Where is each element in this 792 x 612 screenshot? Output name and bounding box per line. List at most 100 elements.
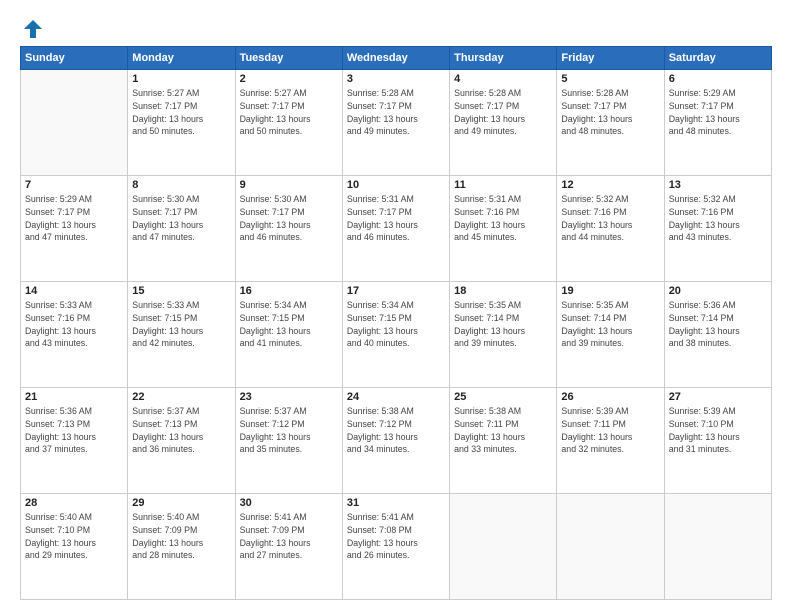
day-number: 20 bbox=[669, 285, 767, 297]
calendar-cell: 4Sunrise: 5:28 AMSunset: 7:17 PMDaylight… bbox=[450, 70, 557, 176]
day-info: Sunrise: 5:40 AMSunset: 7:09 PMDaylight:… bbox=[132, 511, 230, 562]
day-number: 31 bbox=[347, 497, 445, 509]
day-number: 10 bbox=[347, 179, 445, 191]
page: SundayMondayTuesdayWednesdayThursdayFrid… bbox=[0, 0, 792, 612]
day-number: 25 bbox=[454, 391, 552, 403]
day-info: Sunrise: 5:36 AMSunset: 7:14 PMDaylight:… bbox=[669, 299, 767, 350]
calendar-cell: 3Sunrise: 5:28 AMSunset: 7:17 PMDaylight… bbox=[342, 70, 449, 176]
calendar-cell bbox=[21, 70, 128, 176]
calendar-cell: 31 Sunrise: 5:41 AMSunset: 7:08 PMDayligh… bbox=[342, 494, 449, 600]
weekday-header-sunday: Sunday bbox=[21, 47, 128, 70]
day-number: 30 bbox=[240, 497, 338, 509]
calendar-cell: 2 Sunrise: 5:27 AMSunset: 7:17 PMDaylight… bbox=[235, 70, 342, 176]
day-info: Sunrise: 5:28 AMSunset: 7:17 PMDaylight:… bbox=[454, 87, 552, 138]
day-info: Sunrise: 5:30 AMSunset: 7:17 PMDaylight:… bbox=[132, 193, 230, 244]
day-number: 17 bbox=[347, 285, 445, 297]
day-info: Sunrise: 5:34 AMSunset: 7:15 PMDaylight:… bbox=[240, 299, 338, 350]
calendar-cell: 24Sunrise: 5:38 AMSunset: 7:12 PMDayligh… bbox=[342, 388, 449, 494]
day-number: 14 bbox=[25, 285, 123, 297]
day-info: Sunrise: 5:38 AMSunset: 7:12 PMDaylight:… bbox=[347, 405, 445, 456]
day-number: 2 bbox=[240, 73, 338, 85]
calendar-cell: 12 Sunrise: 5:32 AMSunset: 7:16 PMDayligh… bbox=[557, 176, 664, 282]
calendar-cell bbox=[664, 494, 771, 600]
day-number: 27 bbox=[669, 391, 767, 403]
calendar-cell: 16 Sunrise: 5:34 AMSunset: 7:15 PMDayligh… bbox=[235, 282, 342, 388]
day-number: 1 bbox=[132, 73, 230, 85]
calendar-cell: 23 Sunrise: 5:37 AMSunset: 7:12 PMDayligh… bbox=[235, 388, 342, 494]
week-row-2: 14 Sunrise: 5:33 AMSunset: 7:16 PMDayligh… bbox=[21, 282, 772, 388]
calendar-cell: 29 Sunrise: 5:40 AMSunset: 7:09 PMDayligh… bbox=[128, 494, 235, 600]
calendar-cell: 11 Sunrise: 5:31 AMSunset: 7:16 PMDayligh… bbox=[450, 176, 557, 282]
calendar-cell: 25Sunrise: 5:38 AMSunset: 7:11 PMDayligh… bbox=[450, 388, 557, 494]
calendar-cell: 30Sunrise: 5:41 AMSunset: 7:09 PMDayligh… bbox=[235, 494, 342, 600]
day-number: 12 bbox=[561, 179, 659, 191]
logo-icon bbox=[22, 18, 44, 40]
logo bbox=[20, 18, 44, 36]
calendar-cell: 19Sunrise: 5:35 AMSunset: 7:14 PMDayligh… bbox=[557, 282, 664, 388]
day-number: 9 bbox=[240, 179, 338, 191]
day-info: Sunrise: 5:39 AMSunset: 7:10 PMDaylight:… bbox=[669, 405, 767, 456]
day-number: 18 bbox=[454, 285, 552, 297]
calendar-cell: 28 Sunrise: 5:40 AMSunset: 7:10 PMDayligh… bbox=[21, 494, 128, 600]
day-info: Sunrise: 5:40 AMSunset: 7:10 PMDaylight:… bbox=[25, 511, 123, 562]
calendar-cell: 21 Sunrise: 5:36 AMSunset: 7:13 PMDayligh… bbox=[21, 388, 128, 494]
calendar-cell bbox=[450, 494, 557, 600]
day-number: 11 bbox=[454, 179, 552, 191]
header bbox=[20, 18, 772, 36]
day-number: 29 bbox=[132, 497, 230, 509]
day-info: Sunrise: 5:29 AMSunset: 7:17 PMDaylight:… bbox=[669, 87, 767, 138]
calendar-body: 1 Sunrise: 5:27 AMSunset: 7:17 PMDaylight… bbox=[21, 70, 772, 600]
day-number: 15 bbox=[132, 285, 230, 297]
day-info: Sunrise: 5:32 AMSunset: 7:16 PMDaylight:… bbox=[561, 193, 659, 244]
day-info: Sunrise: 5:27 AMSunset: 7:17 PMDaylight:… bbox=[132, 87, 230, 138]
calendar-cell: 7Sunrise: 5:29 AMSunset: 7:17 PMDaylight… bbox=[21, 176, 128, 282]
day-number: 26 bbox=[561, 391, 659, 403]
day-number: 28 bbox=[25, 497, 123, 509]
calendar-cell: 14 Sunrise: 5:33 AMSunset: 7:16 PMDayligh… bbox=[21, 282, 128, 388]
calendar-cell: 20 Sunrise: 5:36 AMSunset: 7:14 PMDayligh… bbox=[664, 282, 771, 388]
week-row-3: 21 Sunrise: 5:36 AMSunset: 7:13 PMDayligh… bbox=[21, 388, 772, 494]
day-number: 22 bbox=[132, 391, 230, 403]
day-info: Sunrise: 5:32 AMSunset: 7:16 PMDaylight:… bbox=[669, 193, 767, 244]
weekday-header-friday: Friday bbox=[557, 47, 664, 70]
calendar-cell: 22Sunrise: 5:37 AMSunset: 7:13 PMDayligh… bbox=[128, 388, 235, 494]
calendar-cell: 9Sunrise: 5:30 AMSunset: 7:17 PMDaylight… bbox=[235, 176, 342, 282]
day-number: 13 bbox=[669, 179, 767, 191]
calendar-cell: 1 Sunrise: 5:27 AMSunset: 7:17 PMDaylight… bbox=[128, 70, 235, 176]
calendar-header: SundayMondayTuesdayWednesdayThursdayFrid… bbox=[21, 47, 772, 70]
weekday-header-saturday: Saturday bbox=[664, 47, 771, 70]
calendar-cell: 13 Sunrise: 5:32 AMSunset: 7:16 PMDayligh… bbox=[664, 176, 771, 282]
day-info: Sunrise: 5:35 AMSunset: 7:14 PMDaylight:… bbox=[454, 299, 552, 350]
weekday-header-wednesday: Wednesday bbox=[342, 47, 449, 70]
calendar-cell bbox=[557, 494, 664, 600]
weekday-header-tuesday: Tuesday bbox=[235, 47, 342, 70]
day-info: Sunrise: 5:33 AMSunset: 7:15 PMDaylight:… bbox=[132, 299, 230, 350]
week-row-0: 1 Sunrise: 5:27 AMSunset: 7:17 PMDaylight… bbox=[21, 70, 772, 176]
calendar-cell: 27 Sunrise: 5:39 AMSunset: 7:10 PMDayligh… bbox=[664, 388, 771, 494]
day-info: Sunrise: 5:41 AMSunset: 7:08 PMDaylight:… bbox=[347, 511, 445, 562]
day-number: 21 bbox=[25, 391, 123, 403]
day-info: Sunrise: 5:28 AMSunset: 7:17 PMDaylight:… bbox=[561, 87, 659, 138]
calendar-cell: 10Sunrise: 5:31 AMSunset: 7:17 PMDayligh… bbox=[342, 176, 449, 282]
calendar-table: SundayMondayTuesdayWednesdayThursdayFrid… bbox=[20, 46, 772, 600]
day-info: Sunrise: 5:33 AMSunset: 7:16 PMDaylight:… bbox=[25, 299, 123, 350]
day-number: 6 bbox=[669, 73, 767, 85]
day-number: 19 bbox=[561, 285, 659, 297]
week-row-1: 7Sunrise: 5:29 AMSunset: 7:17 PMDaylight… bbox=[21, 176, 772, 282]
calendar-cell: 8 Sunrise: 5:30 AMSunset: 7:17 PMDaylight… bbox=[128, 176, 235, 282]
day-number: 3 bbox=[347, 73, 445, 85]
week-row-4: 28 Sunrise: 5:40 AMSunset: 7:10 PMDayligh… bbox=[21, 494, 772, 600]
calendar-cell: 15 Sunrise: 5:33 AMSunset: 7:15 PMDayligh… bbox=[128, 282, 235, 388]
weekday-header-monday: Monday bbox=[128, 47, 235, 70]
calendar-cell: 17Sunrise: 5:34 AMSunset: 7:15 PMDayligh… bbox=[342, 282, 449, 388]
day-info: Sunrise: 5:31 AMSunset: 7:16 PMDaylight:… bbox=[454, 193, 552, 244]
weekday-row: SundayMondayTuesdayWednesdayThursdayFrid… bbox=[21, 47, 772, 70]
day-number: 16 bbox=[240, 285, 338, 297]
day-info: Sunrise: 5:39 AMSunset: 7:11 PMDaylight:… bbox=[561, 405, 659, 456]
day-info: Sunrise: 5:27 AMSunset: 7:17 PMDaylight:… bbox=[240, 87, 338, 138]
day-number: 8 bbox=[132, 179, 230, 191]
day-number: 23 bbox=[240, 391, 338, 403]
calendar-cell: 26 Sunrise: 5:39 AMSunset: 7:11 PMDayligh… bbox=[557, 388, 664, 494]
day-info: Sunrise: 5:36 AMSunset: 7:13 PMDaylight:… bbox=[25, 405, 123, 456]
day-info: Sunrise: 5:37 AMSunset: 7:12 PMDaylight:… bbox=[240, 405, 338, 456]
